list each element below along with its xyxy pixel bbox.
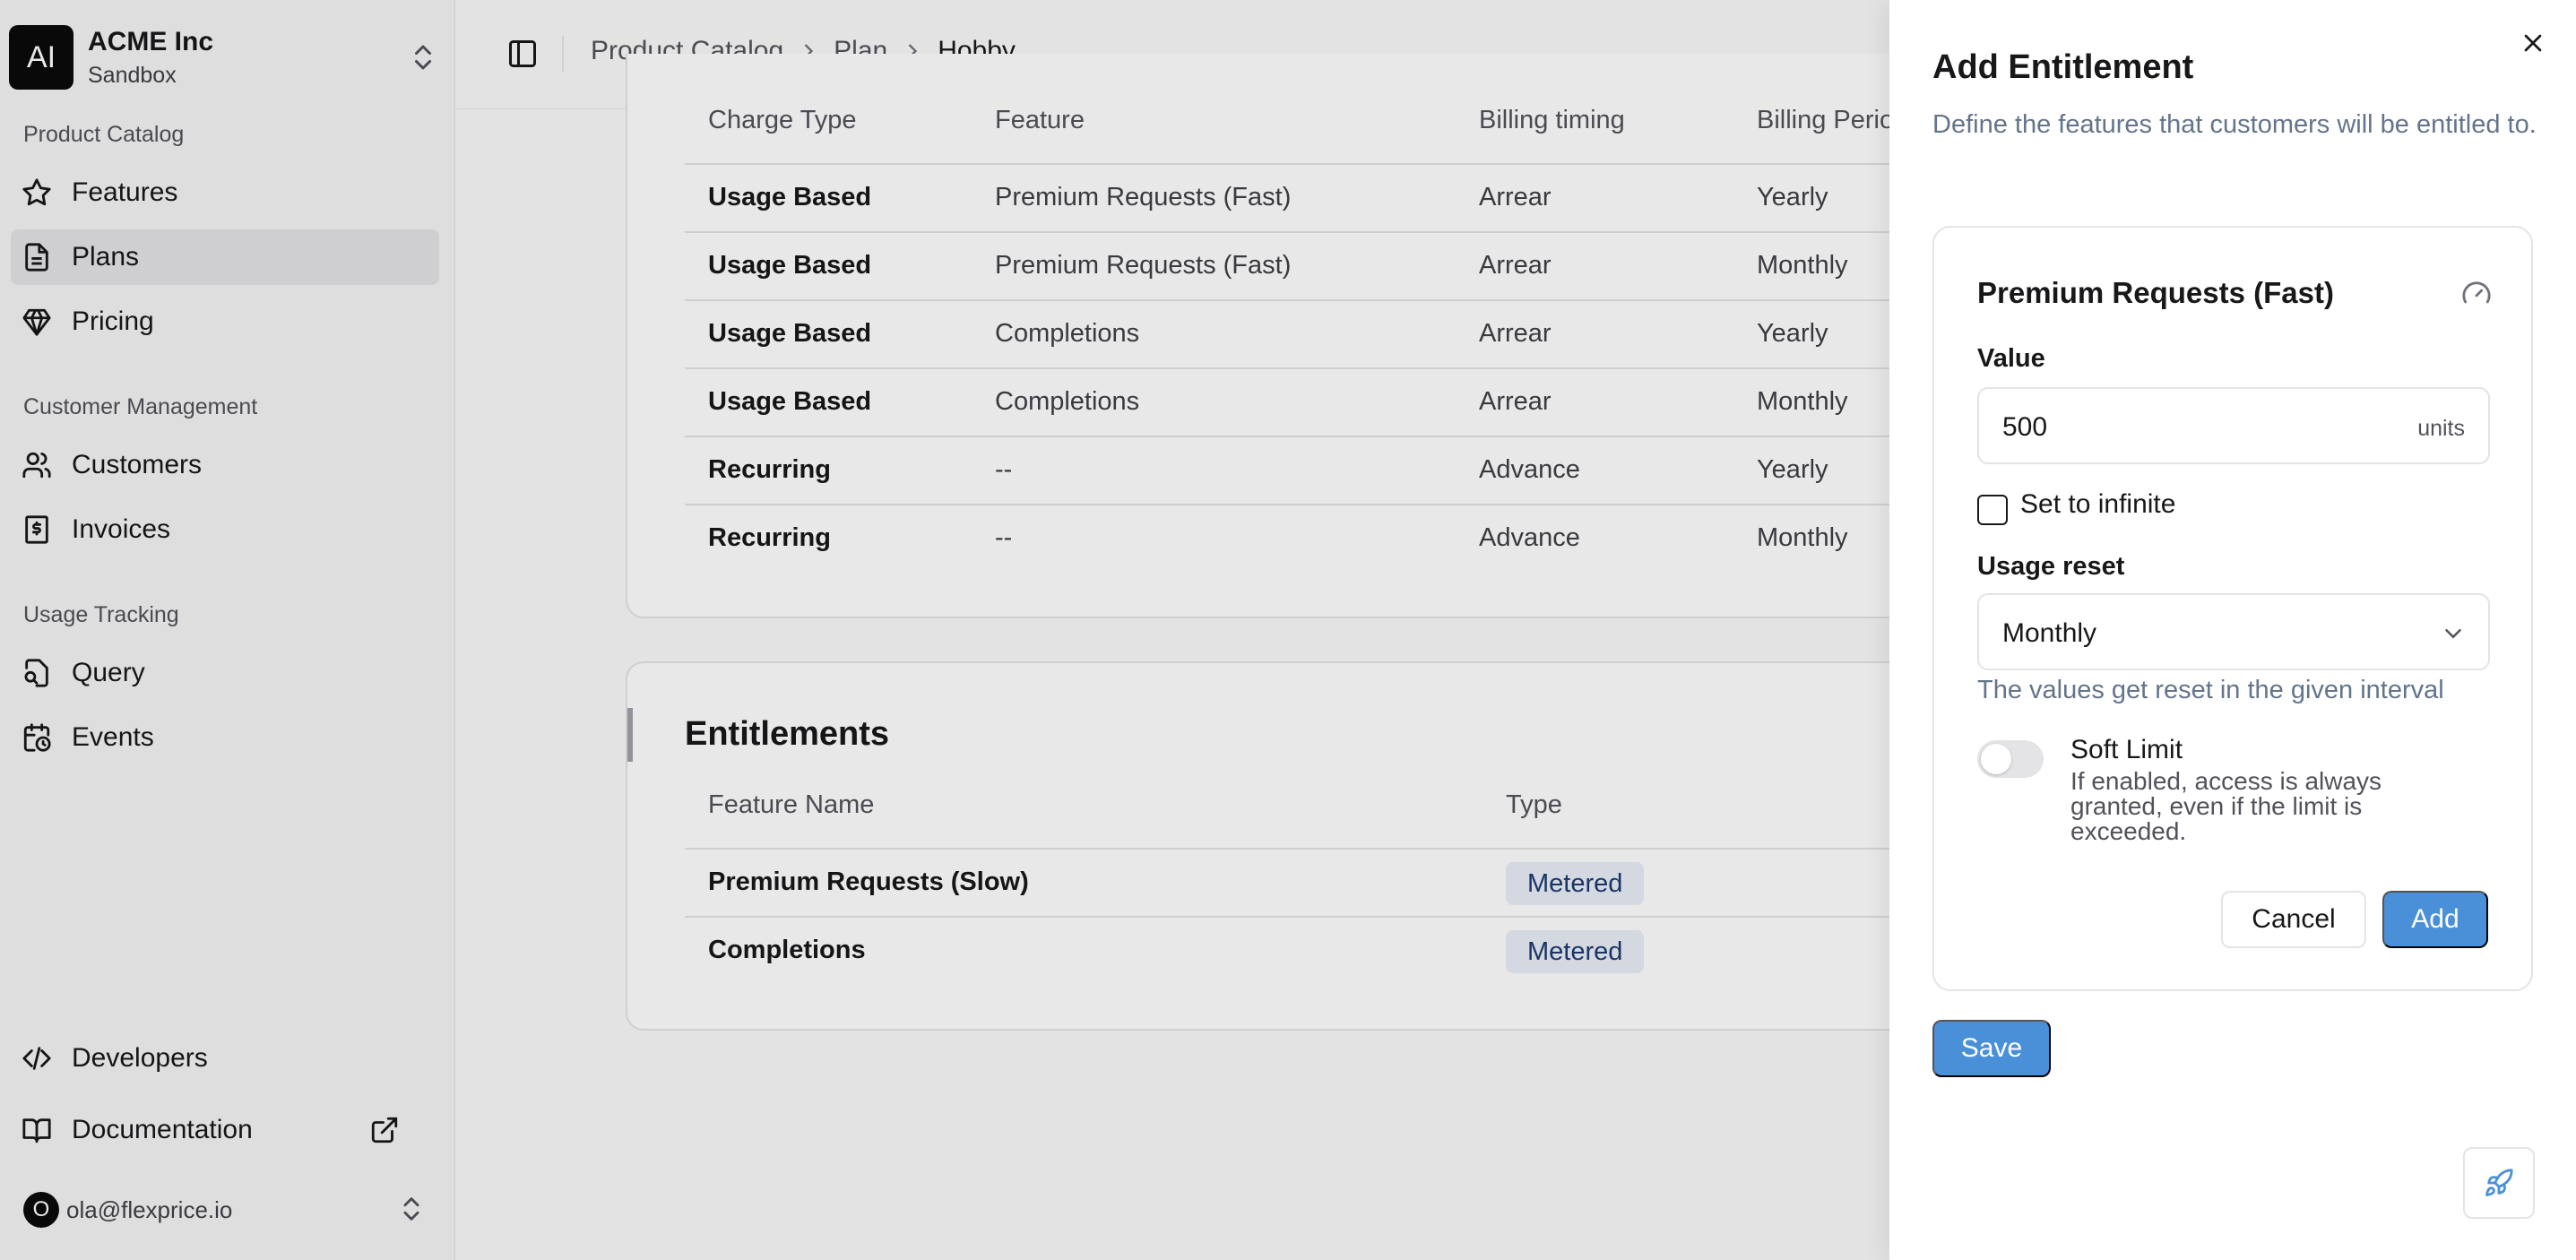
gauge-icon xyxy=(2462,281,2491,304)
value-label: Value xyxy=(1977,344,2045,373)
value-input[interactable]: 500 units xyxy=(1977,387,2490,464)
soft-limit-description: If enabled, access is always granted, ev… xyxy=(2070,767,2382,845)
infinite-checkbox[interactable] xyxy=(1977,495,2008,525)
add-entitlement-drawer: Add Entitlement Define the features that… xyxy=(1889,0,2576,1260)
drawer-description: Define the features that customers will … xyxy=(1932,110,2537,139)
usage-reset-select[interactable]: Monthly xyxy=(1977,593,2490,670)
infinite-label[interactable]: Set to infinite xyxy=(2020,489,2175,520)
chevron-down-icon xyxy=(2445,629,2461,639)
usage-reset-hint: The values get reset in the given interv… xyxy=(1977,676,2444,704)
usage-reset-label: Usage reset xyxy=(1977,552,2125,581)
close-icon[interactable] xyxy=(2519,29,2547,57)
value-input-text: 500 xyxy=(2002,412,2048,442)
feature-name: Premium Requests (Fast) xyxy=(1977,276,2334,309)
add-button[interactable]: Add xyxy=(2382,891,2488,948)
launch-button[interactable] xyxy=(2463,1147,2535,1219)
value-unit: units xyxy=(2417,416,2465,441)
modal-overlay[interactable] xyxy=(0,0,1889,1260)
toggle-knob xyxy=(1981,744,2011,774)
usage-reset-value: Monthly xyxy=(2002,618,2097,648)
save-button[interactable]: Save xyxy=(1932,1020,2051,1077)
drawer-title: Add Entitlement xyxy=(1932,48,2194,86)
soft-limit-title: Soft Limit xyxy=(2070,735,2183,764)
rocket-icon xyxy=(2485,1169,2513,1196)
soft-limit-toggle[interactable] xyxy=(1977,740,2044,778)
entitlement-form-card: Premium Requests (Fast) Value 500 units … xyxy=(1932,226,2533,991)
cancel-button[interactable]: Cancel xyxy=(2221,891,2366,948)
